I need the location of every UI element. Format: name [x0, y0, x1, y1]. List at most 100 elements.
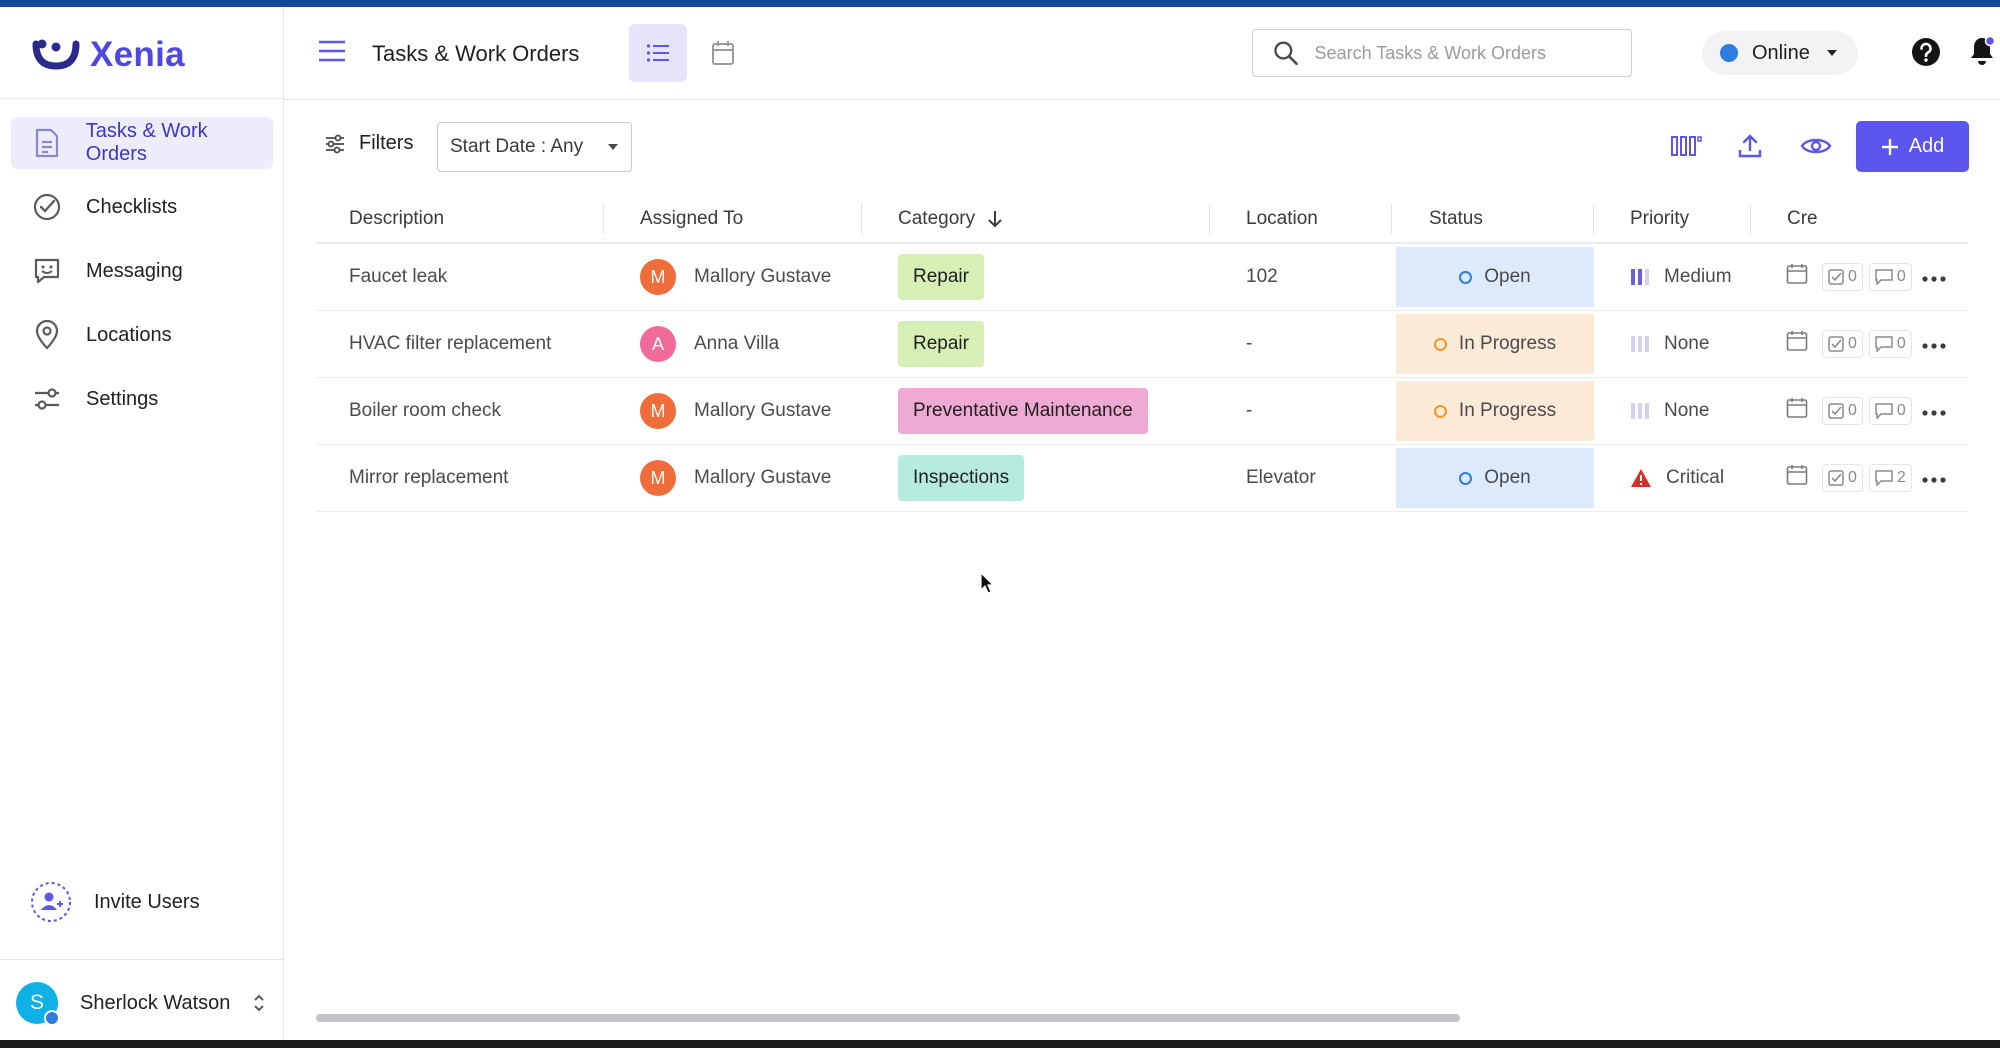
assignee-cell[interactable]: M Mallory Gustave: [640, 244, 831, 310]
column-resize-handle[interactable]: [1750, 204, 1751, 234]
task-description[interactable]: Faucet leak: [349, 244, 447, 310]
status-badge[interactable]: Open: [1396, 247, 1594, 307]
subtask-count[interactable]: 0: [1822, 464, 1863, 492]
column-resize-handle[interactable]: [1391, 204, 1392, 234]
avatar: M: [640, 259, 676, 295]
table-body: Faucet leak M Mallory Gustave Repair 102 Open…: [316, 244, 1968, 512]
add-button[interactable]: Add: [1856, 121, 1969, 172]
columns-button[interactable]: [1666, 126, 1706, 166]
chat-smile-icon: [31, 255, 63, 287]
priority-cell[interactable]: Medium: [1630, 244, 1732, 310]
category-cell[interactable]: Repair: [898, 244, 984, 310]
priority-text: None: [1664, 333, 1710, 354]
column-resize-handle[interactable]: [1209, 204, 1210, 234]
column-header-created[interactable]: Cre: [1787, 208, 1818, 230]
column-header-category[interactable]: Category: [898, 208, 1003, 230]
search-input[interactable]: [1312, 41, 1631, 65]
assignee-cell[interactable]: M Mallory Gustave: [640, 445, 831, 511]
sort-arrow-down-icon: [988, 211, 1002, 228]
comment-count[interactable]: 0: [1868, 330, 1912, 358]
calendar-view-button[interactable]: [694, 24, 752, 82]
subtask-count[interactable]: 0: [1822, 397, 1863, 425]
comment-count[interactable]: 0: [1868, 263, 1912, 291]
sidebar-item-checklists[interactable]: Checklists: [11, 181, 273, 233]
export-button[interactable]: [1730, 126, 1770, 166]
column-resize-handle[interactable]: [1593, 204, 1594, 234]
comment-count[interactable]: 0: [1868, 397, 1912, 425]
status-badge[interactable]: In Progress: [1396, 314, 1594, 374]
calendar-icon[interactable]: [1786, 464, 1808, 492]
column-header-location[interactable]: Location: [1246, 208, 1318, 230]
location-cell[interactable]: -: [1246, 311, 1252, 377]
more-options-icon[interactable]: [1922, 400, 1946, 422]
calendar-icon[interactable]: [1786, 397, 1808, 425]
more-options-icon[interactable]: [1922, 266, 1946, 288]
column-header-priority[interactable]: Priority: [1630, 208, 1689, 230]
category-chip: Inspections: [898, 455, 1025, 501]
assignee-cell[interactable]: A Anna Villa: [640, 311, 779, 377]
category-cell[interactable]: Repair: [898, 311, 984, 377]
category-cell[interactable]: Inspections: [898, 445, 1025, 511]
calendar-icon[interactable]: [1786, 263, 1808, 291]
status-badge[interactable]: In Progress: [1396, 381, 1594, 441]
column-resize-handle[interactable]: [603, 204, 604, 234]
task-description[interactable]: HVAC filter replacement: [349, 311, 551, 377]
filters-button[interactable]: Filters: [325, 132, 413, 155]
column-header-assigned[interactable]: Assigned To: [640, 208, 743, 230]
status-ring-icon: [1459, 270, 1473, 284]
sidebar-item-locations[interactable]: Locations: [11, 309, 273, 361]
hamburger-menu-icon[interactable]: [318, 40, 346, 62]
table-row[interactable]: Boiler room check M Mallory Gustave Prevent…: [316, 378, 1968, 445]
sidebar-item-label: Checklists: [86, 195, 178, 218]
subtask-count[interactable]: 0: [1822, 330, 1863, 358]
sidebar-item-messaging[interactable]: Messaging: [11, 245, 273, 297]
checkbox-icon: [1828, 470, 1844, 486]
list-view-button[interactable]: [629, 24, 687, 82]
table-row[interactable]: HVAC filter replacement A Anna Villa Repair…: [316, 311, 1968, 378]
priority-text: Medium: [1664, 266, 1732, 287]
notification-bell-icon[interactable]: [1968, 35, 1996, 67]
location-cell[interactable]: -: [1246, 378, 1252, 444]
location-text: Elevator: [1246, 467, 1316, 488]
assignee-name: Mallory Gustave: [694, 266, 832, 287]
user-menu[interactable]: S Sherlock Watson: [16, 982, 266, 1026]
priority-cell[interactable]: None: [1630, 311, 1709, 377]
more-options-icon[interactable]: [1922, 467, 1946, 489]
column-header-status[interactable]: Status: [1429, 208, 1483, 230]
more-options-icon[interactable]: [1922, 333, 1946, 355]
subtask-count[interactable]: 0: [1822, 263, 1863, 291]
assignee-cell[interactable]: M Mallory Gustave: [640, 378, 831, 444]
category-chip: Repair: [898, 254, 984, 300]
subtask-count-text: 0: [1848, 402, 1857, 419]
category-cell[interactable]: Preventative Maintenance: [898, 378, 1148, 444]
status-dot: [1720, 44, 1738, 62]
location-cell[interactable]: Elevator: [1246, 445, 1316, 511]
sidebar-nav: Tasks & Work Orders Checklists Messaging…: [11, 117, 273, 437]
column-resize-handle[interactable]: [861, 204, 862, 234]
column-header-description[interactable]: Description: [349, 208, 444, 230]
comment-icon: [1875, 403, 1893, 419]
plus-icon: [1881, 138, 1898, 155]
help-icon[interactable]: [1911, 37, 1941, 67]
task-description[interactable]: Boiler room check: [349, 378, 501, 444]
horizontal-scrollbar[interactable]: [316, 1014, 1460, 1022]
invite-users-button[interactable]: Invite Users: [30, 881, 200, 923]
sidebar-item-tasks[interactable]: Tasks & Work Orders: [11, 117, 273, 169]
table-row[interactable]: Mirror replacement M Mallory Gustave Inspec…: [316, 445, 1968, 512]
table-row[interactable]: Faucet leak M Mallory Gustave Repair 102 Open…: [316, 244, 1968, 311]
calendar-icon[interactable]: [1786, 330, 1808, 358]
task-description[interactable]: Mirror replacement: [349, 445, 508, 511]
comment-count[interactable]: 2: [1868, 464, 1912, 492]
created-cell: 00: [1786, 244, 1946, 310]
priority-cell[interactable]: Critical: [1630, 445, 1724, 511]
category-chip: Repair: [898, 321, 984, 367]
brand-logo[interactable]: Xenia: [32, 35, 185, 75]
location-cell[interactable]: 102: [1246, 244, 1278, 310]
visibility-button[interactable]: [1796, 126, 1836, 166]
priority-cell[interactable]: None: [1630, 378, 1709, 444]
online-status-dropdown[interactable]: Online: [1702, 31, 1858, 75]
sliders-icon: [31, 383, 63, 415]
start-date-select[interactable]: Start Date : Any: [437, 122, 632, 172]
sidebar-item-settings[interactable]: Settings: [11, 373, 273, 425]
status-badge[interactable]: Open: [1396, 448, 1594, 508]
